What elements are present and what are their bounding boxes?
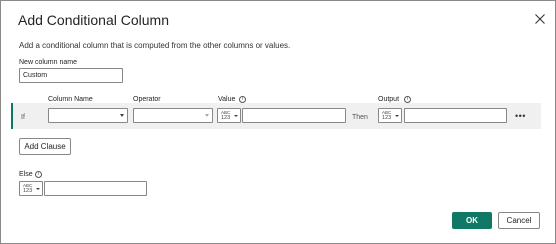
else-label: Else: [19, 171, 33, 178]
output-info-icon[interactable]: i: [404, 96, 411, 103]
value-info-icon[interactable]: i: [239, 96, 246, 103]
cancel-button[interactable]: Cancel: [498, 212, 540, 229]
if-label: If: [21, 114, 25, 121]
output-input[interactable]: [404, 108, 507, 123]
new-column-name-input[interactable]: Custom: [19, 68, 123, 83]
then-label: Then: [352, 114, 368, 121]
add-clause-button[interactable]: Add Clause: [19, 138, 71, 155]
numeric-type-label: 123: [23, 188, 33, 194]
chevron-down-icon: [205, 114, 209, 117]
dialog-description: Add a conditional column that is compute…: [19, 41, 291, 50]
else-info-icon[interactable]: i: [35, 171, 42, 178]
value-header: Value: [218, 96, 236, 103]
numeric-type-label: 123: [221, 115, 231, 121]
ok-button[interactable]: OK: [452, 212, 492, 229]
dialog-title: Add Conditional Column: [18, 12, 169, 28]
output-header: Output: [378, 96, 400, 103]
chevron-down-icon: [395, 115, 399, 117]
column-name-header: Column Name: [48, 96, 93, 103]
chevron-down-icon: [234, 115, 238, 117]
else-input[interactable]: [44, 181, 147, 196]
value-input[interactable]: [242, 108, 346, 123]
close-icon-glyph: [535, 14, 545, 24]
numeric-type-label: 123: [382, 115, 392, 121]
chevron-down-icon: [120, 114, 124, 117]
value-type-selector[interactable]: ABC 123: [217, 108, 241, 123]
clause-more-options-button[interactable]: •••: [515, 111, 526, 121]
clause-row-accent: [11, 103, 13, 129]
column-name-dropdown[interactable]: [48, 108, 128, 123]
operator-dropdown[interactable]: [133, 108, 213, 123]
output-type-selector[interactable]: ABC 123: [378, 108, 402, 123]
else-type-selector[interactable]: ABC 123: [19, 181, 43, 196]
operator-header: Operator: [133, 96, 161, 103]
add-conditional-column-dialog: Add Conditional Column Add a conditional…: [0, 0, 556, 244]
chevron-down-icon: [36, 188, 40, 190]
close-icon[interactable]: [534, 12, 546, 24]
new-column-name-label: New column name: [19, 59, 77, 66]
